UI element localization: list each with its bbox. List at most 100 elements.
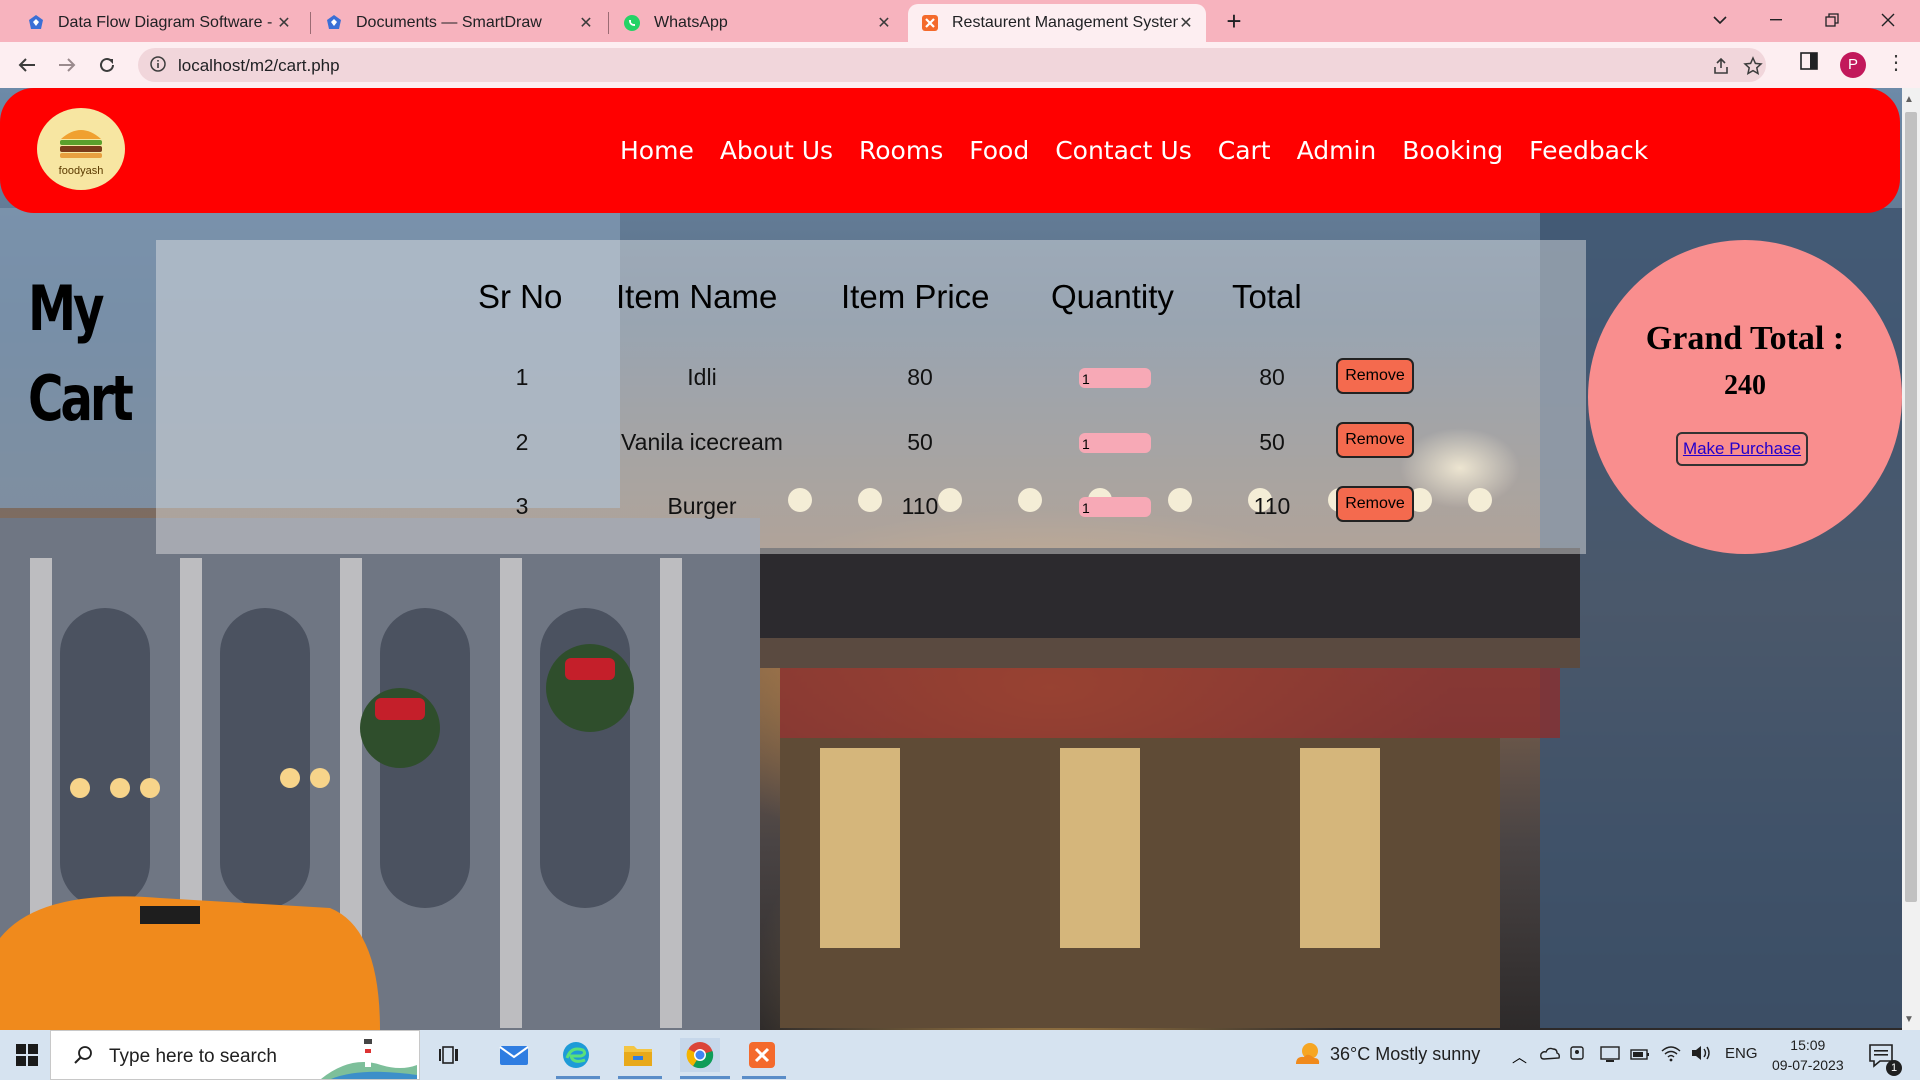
address-bar[interactable]: localhost/m2/cart.php [138, 48, 1766, 82]
edge-icon[interactable] [556, 1038, 596, 1072]
meet-now-icon[interactable] [1568, 1045, 1586, 1068]
page-title: My Cart [28, 264, 134, 444]
tab-divider [310, 12, 311, 34]
row2-total: 50 [1259, 429, 1285, 455]
explorer-running-indicator [618, 1076, 662, 1079]
nav-cart[interactable]: Cart [1218, 136, 1271, 165]
bookmark-star-icon[interactable] [1742, 55, 1764, 77]
info-icon[interactable] [150, 56, 166, 77]
tab-data-flow-diagram[interactable]: Data Flow Diagram Software - Fr ✕ [14, 4, 304, 42]
close-icon[interactable]: ✕ [876, 13, 892, 33]
tab-search-chevron-icon[interactable] [1692, 0, 1748, 40]
grand-total-label: Grand Total : [1645, 320, 1845, 357]
nav-rooms[interactable]: Rooms [859, 136, 943, 165]
column-header-sr-no: Sr No [478, 278, 563, 315]
tab-title: WhatsApp [654, 14, 728, 31]
column-header-quantity: Quantity [1051, 278, 1174, 315]
windows-start-icon[interactable] [16, 1044, 38, 1071]
battery-icon[interactable] [1630, 1045, 1650, 1068]
grand-total-value: 240 [1724, 370, 1766, 401]
browser-tab-bar: Data Flow Diagram Software - Fr ✕ Docume… [0, 0, 1920, 42]
grand-total-panel: Grand Total : 240 Make Purchase [1588, 240, 1902, 554]
wifi-icon[interactable] [1660, 1044, 1682, 1067]
taskbar-clock[interactable]: 15:09 09-07-2023 [1772, 1035, 1844, 1075]
close-icon[interactable]: ✕ [276, 13, 292, 33]
nav-booking[interactable]: Booking [1402, 136, 1503, 165]
scrollbar-thumb[interactable] [1905, 112, 1917, 902]
nav-feedback[interactable]: Feedback [1529, 136, 1648, 165]
forward-arrow-icon[interactable] [53, 51, 81, 79]
smartdraw-icon [324, 13, 344, 33]
row3-sr-no: 3 [515, 493, 529, 519]
url-text[interactable]: localhost/m2/cart.php [178, 56, 340, 76]
tab-title: Restaurent Management System [952, 14, 1178, 31]
nav-about-us[interactable]: About Us [720, 136, 833, 165]
row1-total: 80 [1259, 364, 1285, 390]
minimize-icon[interactable] [1748, 0, 1804, 40]
row3-item-name: Burger [667, 493, 737, 519]
burger-icon [60, 130, 102, 158]
scroll-down-arrow-icon[interactable]: ▼ [1904, 1014, 1914, 1025]
cloud-icon[interactable] [1540, 1045, 1560, 1066]
page-viewport: foodyash Home About Us Rooms Food Contac… [0, 88, 1902, 1030]
chrome-running-indicator [680, 1076, 730, 1079]
xampp-icon [920, 13, 940, 33]
tab-title: Documents — SmartDraw [356, 14, 542, 31]
mail-icon[interactable] [494, 1038, 534, 1072]
display-icon[interactable] [1600, 1045, 1620, 1068]
windows-taskbar: Type here to search 36°C Mostly sunny ︿ … [0, 1030, 1920, 1080]
tab-divider [608, 12, 609, 34]
row2-quantity-input[interactable]: 1 [1079, 433, 1151, 453]
row3-item-price: 110 [901, 493, 939, 519]
row1-remove-button[interactable]: Remove [1336, 358, 1414, 394]
search-placeholder: Type here to search [109, 1046, 277, 1067]
close-icon[interactable]: ✕ [1178, 13, 1194, 33]
xampp-icon[interactable] [742, 1038, 782, 1072]
file-explorer-icon[interactable] [618, 1038, 658, 1072]
whatsapp-icon [622, 13, 642, 33]
nav-admin[interactable]: Admin [1297, 136, 1377, 165]
row2-remove-button[interactable]: Remove [1336, 422, 1414, 458]
column-header-item-price: Item Price [841, 278, 990, 315]
profile-avatar[interactable]: P [1840, 52, 1866, 78]
side-panel-icon[interactable] [1800, 52, 1818, 75]
nav-home[interactable]: Home [620, 136, 694, 165]
restore-icon[interactable] [1804, 0, 1860, 40]
window-close-icon[interactable] [1860, 0, 1916, 40]
back-arrow-icon[interactable] [13, 51, 41, 79]
reload-icon[interactable] [93, 51, 121, 79]
share-icon[interactable] [1710, 55, 1732, 77]
browser-toolbar: localhost/m2/cart.php P ⋮ [0, 42, 1920, 88]
nav-food[interactable]: Food [969, 136, 1029, 165]
scroll-up-arrow-icon[interactable]: ▲ [1904, 94, 1914, 105]
row3-remove-button[interactable]: Remove [1336, 486, 1414, 522]
tab-whatsapp[interactable]: WhatsApp ✕ [610, 4, 904, 42]
page-title-line2: Cart [28, 362, 134, 435]
foodyash-logo[interactable]: foodyash [37, 108, 125, 190]
row3-total: 110 [1253, 493, 1291, 519]
volume-icon[interactable] [1690, 1044, 1712, 1067]
search-highlight-lighthouse-icon [321, 1035, 417, 1084]
language-indicator[interactable]: ENG [1725, 1045, 1758, 1062]
row3-quantity-input[interactable]: 1 [1079, 497, 1151, 517]
row1-quantity-input[interactable]: 1 [1079, 368, 1151, 388]
chevron-up-icon[interactable]: ︿ [1512, 1046, 1527, 1067]
new-tab-button[interactable]: + [1221, 6, 1247, 36]
chrome-icon[interactable] [680, 1038, 720, 1072]
clock-time: 15:09 [1790, 1037, 1826, 1053]
tab-smartdraw-documents[interactable]: Documents — SmartDraw ✕ [312, 4, 606, 42]
menu-kebab-icon[interactable]: ⋮ [1886, 50, 1906, 76]
close-icon[interactable]: ✕ [578, 13, 594, 33]
edge-running-indicator [556, 1076, 600, 1079]
column-header-item-name: Item Name [616, 278, 778, 315]
smartdraw-icon [26, 13, 46, 33]
weather-text[interactable]: 36°C Mostly sunny [1330, 1044, 1480, 1065]
taskbar-search-box[interactable]: Type here to search [50, 1030, 420, 1080]
task-view-icon[interactable] [430, 1038, 470, 1072]
tab-restaurant-management[interactable]: Restaurent Management System ✕ [908, 4, 1206, 42]
column-header-total: Total [1232, 278, 1302, 315]
nav-contact-us[interactable]: Contact Us [1055, 136, 1192, 165]
main-nav: Home About Us Rooms Food Contact Us Cart… [620, 136, 1674, 165]
make-purchase-button[interactable]: Make Purchase [1676, 432, 1808, 466]
weather-sunny-icon[interactable] [1292, 1040, 1322, 1075]
